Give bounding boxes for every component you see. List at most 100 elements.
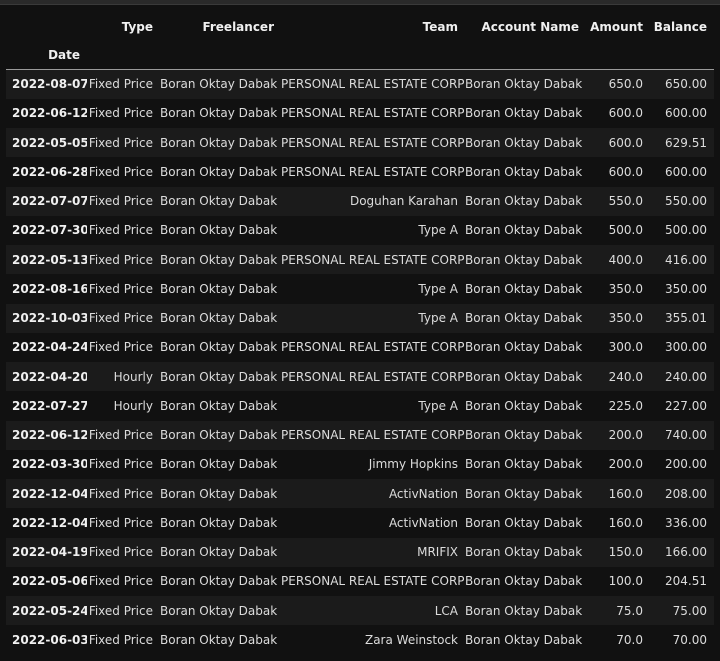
column-header-freelancer: Freelancer [202, 20, 274, 34]
row-index-date: 2022-06-12 [12, 428, 87, 443]
cell-freelancer: Boran Oktay Dabak [160, 340, 278, 355]
cell-account-name: Boran Oktay Dabak [465, 252, 583, 267]
cell-freelancer: Boran Oktay Dabak [160, 574, 278, 589]
cell-team: ActivNation [388, 515, 458, 530]
cell-team: Jimmy Hopkins [368, 457, 458, 472]
cell-team: ActivNation [388, 486, 458, 501]
cell-freelancer: Boran Oktay Dabak [160, 164, 278, 179]
cell-account-name: Boran Oktay Dabak [465, 311, 583, 326]
cell-amount: 75.0 [616, 603, 643, 618]
cell-account-name: Boran Oktay Dabak [465, 106, 583, 121]
cell-amount: 300.0 [608, 340, 643, 355]
table-body: 2022-08-07 Fixed Price Boran Oktay Dabak PE… [6, 69, 714, 655]
cell-amount: 500.0 [608, 223, 643, 238]
cell-balance: 166.00 [665, 545, 707, 560]
table-row: 2022-04-20 Hourly Boran Oktay Dabak PERSONA… [6, 362, 714, 392]
cell-account-name: Boran Oktay Dabak [465, 398, 583, 413]
cell-account-name: Boran Oktay Dabak [465, 545, 583, 560]
cell-team: Type A [418, 398, 458, 413]
table-row: 2022-10-03 Fixed Price Boran Oktay Dabak Ty… [6, 303, 714, 333]
cell-amount: 200.0 [608, 428, 643, 443]
cell-amount: 100.0 [608, 574, 643, 589]
cell-team: PERSONAL REAL ESTATE CORP [281, 369, 465, 384]
cell-freelancer: Boran Oktay Dabak [160, 106, 278, 121]
cell-type: Fixed Price [88, 77, 153, 92]
column-header-row: Type Freelancer Team Account Name Amount… [6, 13, 714, 41]
cell-team: LCA [434, 603, 458, 618]
table-row: 2022-04-19 Fixed Price Boran Oktay Dabak MR… [6, 537, 714, 567]
row-index-date: 2022-07-27 [12, 398, 87, 413]
cell-type: Fixed Price [88, 340, 153, 355]
dataframe-table: Type Freelancer Team Account Name Amount… [6, 13, 714, 655]
cell-type: Fixed Price [88, 574, 153, 589]
cell-balance: 600.00 [665, 106, 707, 121]
cell-balance: 208.00 [665, 486, 707, 501]
blank-corner-cell [6, 13, 87, 41]
cell-account-name: Boran Oktay Dabak [465, 164, 583, 179]
cell-type: Fixed Price [88, 135, 153, 150]
table-row: 2022-05-24 Fixed Price Boran Oktay Dabak LC… [6, 596, 714, 626]
cell-type: Hourly [113, 398, 153, 413]
row-index-date: 2022-06-12 [12, 106, 87, 121]
cell-freelancer: Boran Oktay Dabak [160, 369, 278, 384]
cell-account-name: Boran Oktay Dabak [465, 369, 583, 384]
cell-amount: 225.0 [608, 398, 643, 413]
row-index-date: 2022-07-07 [12, 194, 87, 209]
cell-amount: 350.0 [608, 281, 643, 296]
cell-type: Fixed Price [88, 603, 153, 618]
row-index-date: 2022-10-03 [12, 311, 87, 326]
cell-freelancer: Boran Oktay Dabak [160, 457, 278, 472]
cell-team: Type A [418, 281, 458, 296]
cell-freelancer: Boran Oktay Dabak [160, 398, 278, 413]
cell-balance: 336.00 [665, 515, 707, 530]
row-index-date: 2022-03-30 [12, 457, 87, 472]
table-row: 2022-06-12 Fixed Price Boran Oktay Dabak PE… [6, 98, 714, 128]
index-name-spacer [465, 41, 586, 70]
table-row: 2022-12-04 Fixed Price Boran Oktay Dabak Ac… [6, 508, 714, 538]
cell-balance: 650.00 [665, 77, 707, 92]
cell-balance: 70.00 [672, 632, 707, 647]
cell-type: Fixed Price [88, 311, 153, 326]
cell-account-name: Boran Oktay Dabak [465, 457, 583, 472]
cell-balance: 300.00 [665, 340, 707, 355]
cell-account-name: Boran Oktay Dabak [465, 135, 583, 150]
table-row: 2022-05-13 Fixed Price Boran Oktay Dabak PE… [6, 245, 714, 275]
table-row: 2022-04-24 Fixed Price Boran Oktay Dabak PE… [6, 332, 714, 362]
cell-account-name: Boran Oktay Dabak [465, 515, 583, 530]
cell-type: Fixed Price [88, 164, 153, 179]
cell-freelancer: Boran Oktay Dabak [160, 515, 278, 530]
row-index-date: 2022-08-07 [12, 77, 87, 92]
cell-amount: 600.0 [608, 164, 643, 179]
table-row: 2022-07-27 Hourly Boran Oktay Dabak Type A B… [6, 391, 714, 421]
row-index-date: 2022-05-05 [12, 135, 87, 150]
cell-amount: 650.0 [608, 77, 643, 92]
cell-type: Fixed Price [88, 545, 153, 560]
cell-freelancer: Boran Oktay Dabak [160, 281, 278, 296]
table-row: 2022-03-30 Fixed Price Boran Oktay Dabak Ji… [6, 449, 714, 479]
table-row: 2022-06-28 Fixed Price Boran Oktay Dabak PE… [6, 157, 714, 187]
cell-team: PERSONAL REAL ESTATE CORP [281, 574, 465, 589]
cell-account-name: Boran Oktay Dabak [465, 281, 583, 296]
cell-balance: 227.00 [665, 398, 707, 413]
row-index-date: 2022-08-16 [12, 281, 87, 296]
row-index-date: 2022-04-19 [12, 545, 87, 560]
table-row: 2022-08-16 Fixed Price Boran Oktay Dabak Ty… [6, 274, 714, 304]
index-name-spacer [87, 41, 160, 70]
cell-account-name: Boran Oktay Dabak [465, 574, 583, 589]
row-index-date: 2022-04-24 [12, 340, 87, 355]
cell-balance: 629.51 [665, 135, 707, 150]
cell-amount: 240.0 [608, 369, 643, 384]
cell-account-name: Boran Oktay Dabak [465, 428, 583, 443]
row-index-date: 2022-05-06 [12, 574, 87, 589]
cell-amount: 350.0 [608, 311, 643, 326]
cell-account-name: Boran Oktay Dabak [465, 603, 583, 618]
cell-type: Hourly [113, 369, 153, 384]
table-row: 2022-08-07 Fixed Price Boran Oktay Dabak PE… [6, 69, 714, 99]
dataframe-output: Type Freelancer Team Account Name Amount… [6, 13, 714, 655]
cell-type: Fixed Price [88, 515, 153, 530]
cell-amount: 160.0 [608, 486, 643, 501]
index-name-spacer [281, 41, 465, 70]
cell-freelancer: Boran Oktay Dabak [160, 428, 278, 443]
index-name-row: Date [6, 41, 714, 70]
table-row: 2022-05-05 Fixed Price Boran Oktay Dabak PE… [6, 128, 714, 158]
